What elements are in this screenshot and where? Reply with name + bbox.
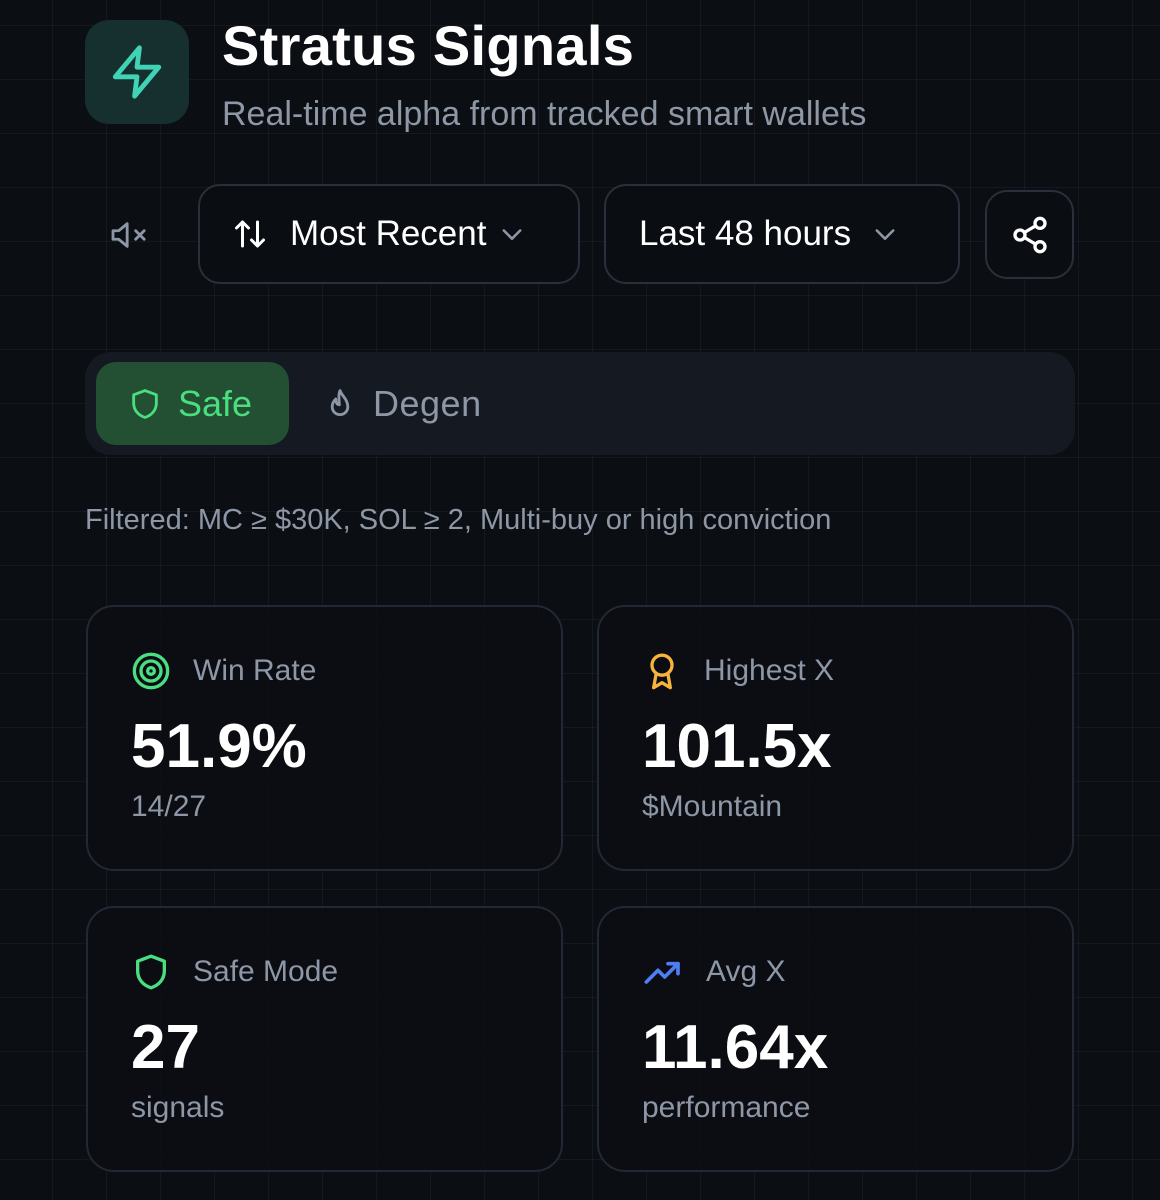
page-subtitle: Real-time alpha from tracked smart walle… [222,95,867,133]
stat-subtext: performance [642,1091,811,1124]
trending-up-icon [644,961,680,984]
app-logo [85,20,189,124]
stat-label: Win Rate [193,654,317,687]
stat-card-highest-x: Highest X 101.5x $Mountain [597,605,1074,871]
shield-icon [136,954,166,990]
award-icon [650,653,674,690]
sort-arrows-icon [235,220,265,248]
chevron-down-icon [875,229,895,240]
time-range-dropdown[interactable]: Last 48 hours [604,184,960,284]
mode-safe-tab[interactable]: Safe [96,362,289,445]
lightning-bolt-icon [112,45,162,99]
mute-toggle-button[interactable] [100,210,160,260]
speaker-muted-icon [111,222,146,248]
stat-label: Highest X [704,654,835,687]
time-range-label: Last 48 hours [639,214,852,253]
share-button[interactable] [985,190,1074,279]
stat-subtext: $Mountain [642,790,783,823]
stat-subtext: 14/27 [131,790,207,823]
stat-value: 11.64x [642,1013,829,1082]
stat-value: 51.9% [131,712,307,781]
stat-label: Safe Mode [193,955,339,988]
stat-value: 101.5x [642,712,832,781]
mode-degen-tab[interactable]: Degen [323,362,482,445]
sort-dropdown-label: Most Recent [290,214,487,253]
stat-card-win-rate: Win Rate 51.9% 14/27 [86,605,563,871]
stat-subtext: signals [131,1091,225,1124]
flame-icon [330,388,350,416]
filter-summary: Filtered: MC ≥ $30K, SOL ≥ 2, Multi-buy … [85,504,832,536]
stat-value: 27 [131,1013,200,1082]
chevron-down-icon [503,229,522,240]
mode-safe-label: Safe [178,382,253,424]
page-title: Stratus Signals [222,14,635,77]
mode-degen-label: Degen [373,382,482,424]
stat-card-avg-x: Avg X 11.64x performance [597,906,1074,1172]
share-icon [1012,216,1047,253]
stat-card-safe-mode: Safe Mode 27 signals [86,906,563,1172]
shield-icon [132,388,158,419]
stat-label: Avg X [706,955,786,988]
target-icon [132,652,170,690]
sort-dropdown[interactable]: Most Recent [198,184,580,284]
